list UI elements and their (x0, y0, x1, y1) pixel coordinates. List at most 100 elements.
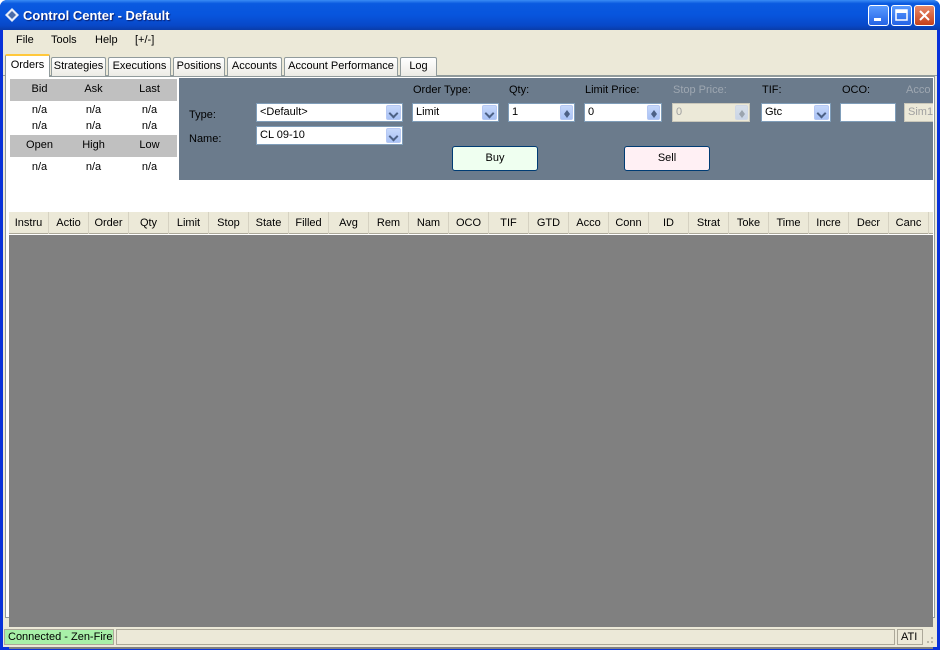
col-token[interactable]: Toke (729, 212, 769, 234)
col-time[interactable]: Time (769, 212, 809, 234)
tab-log[interactable]: Log (400, 57, 437, 76)
chevron-down-icon (386, 105, 401, 120)
high-header: High (82, 139, 105, 151)
spinner-icon[interactable] (560, 105, 573, 120)
col-instrument[interactable]: Instru (9, 212, 49, 234)
ati-status: ATI (897, 629, 923, 645)
col-tif[interactable]: TIF (489, 212, 529, 234)
chevron-down-icon (482, 105, 497, 120)
stop-price-stepper: 0 (672, 103, 750, 122)
spinner-icon[interactable] (647, 105, 660, 120)
type-label: Type: (189, 109, 216, 121)
col-decrease[interactable]: Decr (849, 212, 889, 234)
col-increase[interactable]: Incre (809, 212, 849, 234)
oco-input[interactable] (840, 103, 896, 122)
minimize-button[interactable] (868, 5, 889, 26)
qty-stepper[interactable]: 1 (508, 103, 575, 122)
name-dropdown[interactable]: CL 09-10 (256, 126, 403, 145)
order-entry-panel: Type: <Default> Name: CL 09-10 Order Typ… (179, 78, 933, 180)
order-type-dropdown[interactable]: Limit (412, 103, 499, 122)
resize-grip-icon[interactable] (923, 631, 935, 645)
maximize-icon (895, 9, 908, 21)
sell-button[interactable]: Sell (624, 146, 710, 171)
col-limit[interactable]: Limit (169, 212, 209, 234)
name-value: CL 09-10 (260, 129, 305, 141)
order-type-label: Order Type: (413, 84, 471, 96)
tab-positions[interactable]: Positions (173, 57, 225, 76)
qty-label: Qty: (509, 84, 530, 96)
bid-header: Bid (31, 83, 48, 95)
limit-price-value: 0 (588, 106, 595, 118)
stop-price-value: 0 (676, 106, 683, 118)
close-icon (919, 10, 930, 21)
orders-grid-header: Instru Actio Order Qty Limit Stop State … (9, 212, 933, 234)
quote-header-row: Bid Ask Last (10, 79, 177, 101)
order-type-value: Limit (416, 106, 440, 118)
col-id[interactable]: ID (649, 212, 689, 234)
type-value: <Default> (260, 106, 308, 118)
tab-accounts[interactable]: Accounts (227, 57, 282, 76)
type-dropdown[interactable]: <Default> (256, 103, 403, 122)
limit-price-stepper[interactable]: 0 (584, 103, 662, 122)
col-account[interactable]: Acco (569, 212, 609, 234)
col-connection[interactable]: Conn (609, 212, 649, 234)
low-value: n/a (141, 161, 158, 173)
col-state[interactable]: State (249, 212, 289, 234)
last-size: n/a (141, 120, 158, 132)
buy-button[interactable]: Buy (452, 146, 538, 171)
last-value: n/a (141, 104, 158, 116)
qty-value: 1 (512, 106, 519, 118)
orders-grid-body[interactable] (9, 235, 933, 649)
open-header: Open (26, 139, 53, 151)
account-value: Sim1 (908, 106, 933, 118)
quote-header-row-2: Open High Low (10, 135, 177, 157)
menu-tools[interactable]: Tools (51, 34, 77, 46)
tab-account-performance[interactable]: Account Performance (284, 57, 398, 76)
tab-strip: Orders Strategies Executions Positions A… (3, 54, 937, 77)
chevron-down-icon (386, 128, 401, 143)
bid-size: n/a (31, 120, 48, 132)
open-value: n/a (31, 161, 48, 173)
minimize-icon (874, 18, 881, 21)
connection-status: Connected - Zen-Fire (4, 629, 114, 645)
chevron-down-icon (814, 105, 829, 120)
control-center-window: Control Center - Default File Tools Help… (0, 0, 940, 650)
col-name[interactable]: Nam (409, 212, 449, 234)
last-header: Last (139, 83, 160, 95)
limit-price-label: Limit Price: (585, 84, 640, 96)
col-gtd[interactable]: GTD (529, 212, 569, 234)
col-strategy[interactable]: Strat (689, 212, 729, 234)
col-filled[interactable]: Filled (289, 212, 329, 234)
title-bar[interactable]: Control Center - Default (0, 0, 940, 30)
col-cancel[interactable]: Canc (889, 212, 929, 234)
spinner-icon (735, 105, 748, 120)
col-stop[interactable]: Stop (209, 212, 249, 234)
ask-size: n/a (85, 120, 102, 132)
menu-file[interactable]: File (16, 34, 34, 46)
col-remaining[interactable]: Rem (369, 212, 409, 234)
col-action[interactable]: Actio (49, 212, 89, 234)
low-header: Low (139, 139, 160, 151)
tif-value: Gtc (765, 106, 783, 118)
tab-strategies[interactable]: Strategies (51, 57, 106, 76)
col-avg[interactable]: Avg (329, 212, 369, 234)
tab-orders[interactable]: Orders (5, 54, 50, 77)
col-oco[interactable]: OCO (449, 212, 489, 234)
window-title: Control Center - Default (23, 8, 170, 23)
maximize-button[interactable] (891, 5, 912, 26)
col-qty[interactable]: Qty (129, 212, 169, 234)
col-order-type[interactable]: Order (89, 212, 129, 234)
app-icon (5, 8, 19, 22)
tab-executions[interactable]: Executions (108, 57, 171, 76)
menu-toggle[interactable]: [+/-] (135, 34, 154, 46)
client-area: File Tools Help [+/-] Orders Strategies … (3, 30, 937, 649)
account-label: Acco (906, 84, 931, 96)
stop-price-label: Stop Price: (673, 84, 727, 96)
tif-dropdown[interactable]: Gtc (761, 103, 831, 122)
oco-label: OCO: (842, 84, 871, 96)
account-dropdown: Sim1 (904, 103, 933, 122)
quote-box: Bid Ask Last n/a n/a n/a n/a n/a n/a Ope… (10, 79, 177, 179)
menu-help[interactable]: Help (95, 34, 118, 46)
close-button[interactable] (914, 5, 935, 26)
menu-bar: File Tools Help [+/-] (3, 30, 937, 52)
